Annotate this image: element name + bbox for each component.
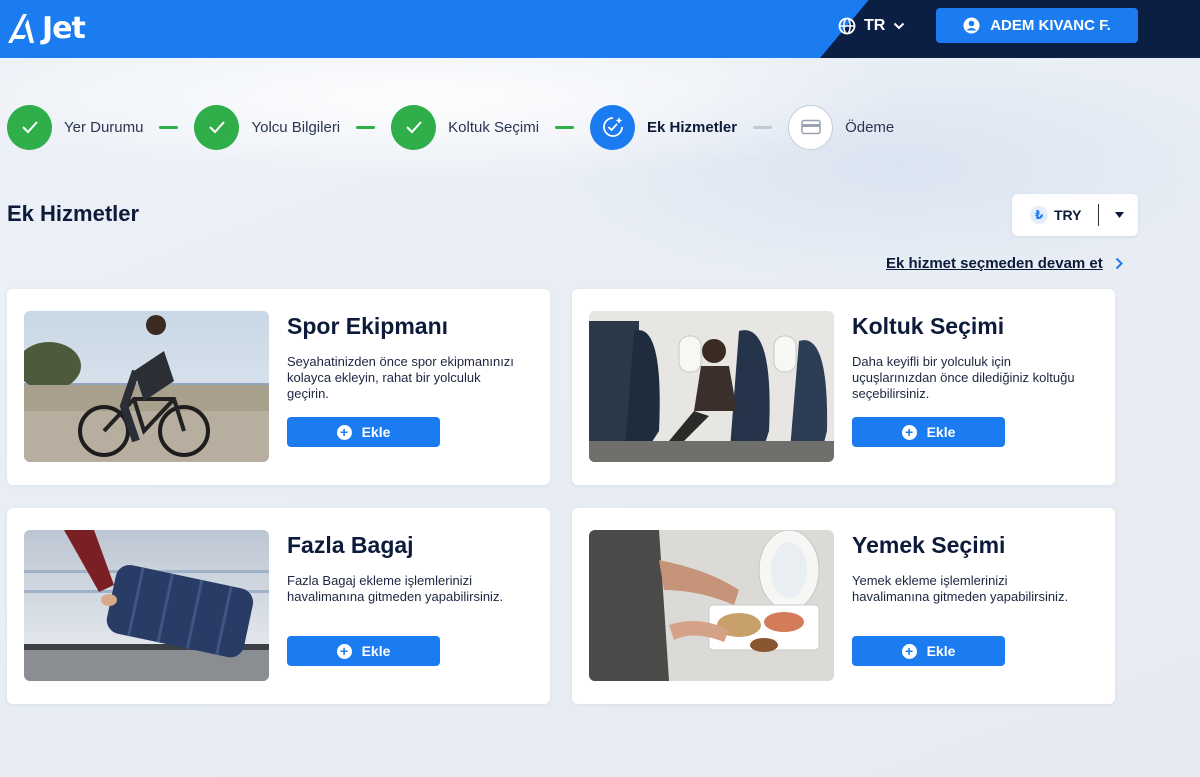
suitcase-photo <box>24 530 269 681</box>
step-koltuk-secimi[interactable]: Koltuk Seçimi <box>391 104 540 150</box>
user-account-button[interactable]: ADEM KIVANC F. <box>936 8 1138 43</box>
step-yolcu-bilgileri[interactable]: Yolcu Bilgileri <box>194 104 341 150</box>
step-connector <box>159 125 179 129</box>
divider <box>1098 204 1099 226</box>
service-description: Seyahatinizden önce spor ekipmanınızı ko… <box>287 354 514 401</box>
checkmark-icon <box>209 121 225 134</box>
logo-a-mark-icon <box>8 14 34 43</box>
step-completed-indicator <box>391 104 437 150</box>
service-card-meal-selection: Yemek Seçimi Yemek ekleme işlemlerinizi … <box>572 508 1115 704</box>
checkmark-icon <box>21 121 38 134</box>
service-description: Daha keyifli bir yolculuk için uçuşların… <box>852 354 1075 401</box>
language-code: TR <box>864 17 886 34</box>
plus-circle-icon: + <box>336 424 352 440</box>
page-title: Ek Hizmetler <box>7 201 140 226</box>
chevron-right-icon <box>1115 257 1123 270</box>
add-button-label: Ekle <box>361 424 391 440</box>
add-button-label: Ekle <box>926 424 956 440</box>
step-ek-hizmetler[interactable]: Ek Hizmetler <box>590 104 738 150</box>
booking-stepper: Yer Durumu Yolcu Bilgileri Koltuk Seçimi… <box>7 104 894 150</box>
service-card-excess-baggage: Fazla Bagaj Fazla Bagaj ekleme işlemleri… <box>7 508 550 704</box>
turkish-lira-icon: ₺ <box>1030 206 1048 224</box>
plus-circle-icon: + <box>901 424 917 440</box>
add-meal-selection-button[interactable]: + Ekle <box>852 636 1005 666</box>
step-active-indicator <box>590 104 636 150</box>
step-label: Yer Durumu <box>64 118 144 136</box>
globe-icon <box>838 17 856 35</box>
currency-selector[interactable]: ₺ TRY <box>1012 194 1138 236</box>
cyclist-photo <box>24 311 269 462</box>
step-connector <box>356 125 376 129</box>
background-decoration <box>0 58 1200 318</box>
badge-plus-check-icon <box>602 117 623 137</box>
top-header: Jet TR ADEM KIVANC F. <box>0 0 1200 58</box>
skip-services-link[interactable]: Ek hizmet seçmeden devam et <box>886 255 1123 272</box>
user-name: ADEM KIVANC F. <box>990 17 1111 34</box>
add-seat-selection-button[interactable]: + Ekle <box>852 417 1005 447</box>
service-card-sports-equipment: Spor Ekipmanı Seyahatinizden önce spor e… <box>7 289 550 485</box>
step-label: Yolcu Bilgileri <box>251 118 341 136</box>
user-circle-icon <box>963 17 980 34</box>
add-button-label: Ekle <box>361 643 391 659</box>
inflight-meal-photo <box>589 530 834 681</box>
aircraft-cabin-photo <box>589 311 834 462</box>
language-selector[interactable]: TR <box>838 14 905 38</box>
service-title: Fazla Bagaj <box>287 532 414 558</box>
credit-card-icon <box>800 119 821 135</box>
plus-circle-icon: + <box>336 643 352 659</box>
service-title: Spor Ekipmanı <box>287 313 449 339</box>
step-yer-durumu[interactable]: Yer Durumu <box>7 104 144 150</box>
step-label: Ek Hizmetler <box>647 118 738 136</box>
plus-circle-icon: + <box>901 643 917 659</box>
service-description: Yemek ekleme işlemlerinizi havalimanına … <box>852 573 1069 604</box>
currency-code: TRY <box>1054 207 1082 223</box>
add-button-label: Ekle <box>926 643 956 659</box>
service-description: Fazla Bagaj ekleme işlemlerinizi havalim… <box>287 573 504 604</box>
step-completed-indicator <box>7 104 52 150</box>
add-excess-baggage-button[interactable]: + Ekle <box>287 636 440 666</box>
checkmark-icon <box>405 121 422 134</box>
service-title: Koltuk Seçimi <box>852 313 1005 339</box>
step-connector <box>555 125 575 129</box>
ajet-logo[interactable]: Jet <box>6 8 86 48</box>
service-card-seat-selection: Koltuk Seçimi Daha keyifli bir yolculuk … <box>572 289 1115 485</box>
logo-text: Jet <box>42 10 86 46</box>
service-title: Yemek Seçimi <box>852 532 1006 558</box>
chevron-down-icon <box>894 22 905 30</box>
step-label: Ödeme <box>845 118 895 136</box>
step-pending-indicator <box>788 104 834 150</box>
step-connector <box>753 125 773 129</box>
caret-down-icon <box>1115 212 1124 218</box>
step-completed-indicator <box>194 104 240 150</box>
add-sports-equipment-button[interactable]: + Ekle <box>287 417 440 447</box>
step-odeme[interactable]: Ödeme <box>788 104 895 150</box>
skip-link-text: Ek hizmet seçmeden devam et <box>886 255 1103 272</box>
step-label: Koltuk Seçimi <box>448 118 540 136</box>
